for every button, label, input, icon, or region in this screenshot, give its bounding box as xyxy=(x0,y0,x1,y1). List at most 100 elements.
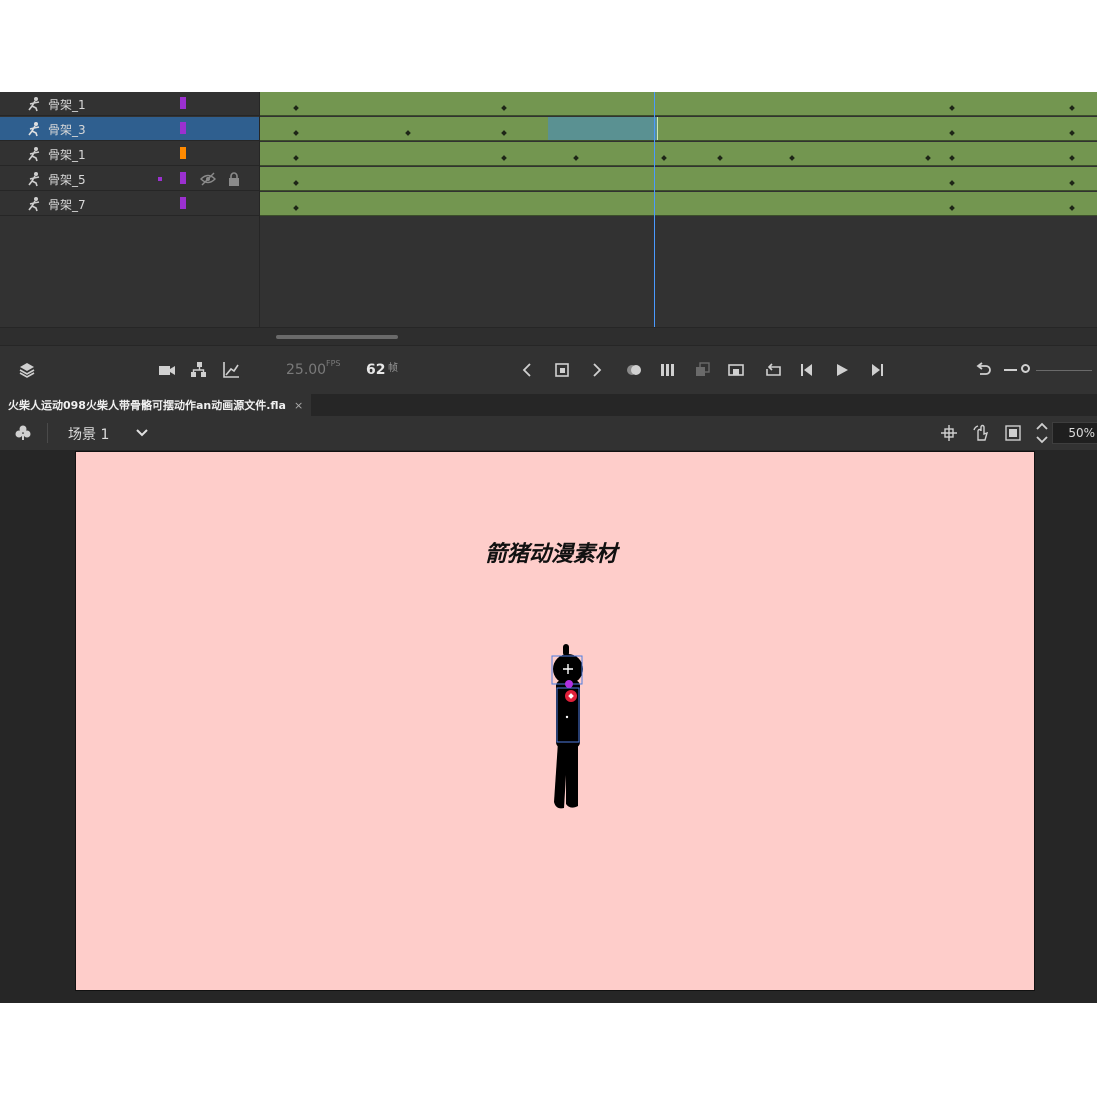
zoom-stepper-icon[interactable] xyxy=(1034,420,1050,446)
layer-row[interactable]: 骨架_7 xyxy=(0,192,259,216)
undo-icon[interactable] xyxy=(975,361,993,379)
rotate-stage-icon[interactable] xyxy=(972,424,990,442)
armature-layer-icon xyxy=(28,122,40,137)
layer-outline-color[interactable] xyxy=(180,147,186,159)
paste-frames-icon[interactable] xyxy=(693,361,711,379)
frame-row[interactable] xyxy=(260,192,1097,216)
clip-content-icon[interactable] xyxy=(1004,424,1022,442)
keyframe[interactable] xyxy=(573,155,579,161)
chevron-left-icon[interactable] xyxy=(519,361,537,379)
frame-selection[interactable] xyxy=(548,117,658,140)
keyframe[interactable] xyxy=(293,130,299,136)
edit-bar: 场景 1 50% xyxy=(0,416,1097,451)
armature-layer-icon xyxy=(28,172,40,187)
layer-outline-color[interactable] xyxy=(180,97,186,109)
keyframe[interactable] xyxy=(949,155,955,161)
stage[interactable]: 箭猪动漫素材 xyxy=(75,451,1035,991)
camera-icon[interactable] xyxy=(158,361,176,379)
layer-row[interactable]: 骨架_1 xyxy=(0,92,259,116)
keyframe[interactable] xyxy=(501,155,507,161)
loop-icon[interactable] xyxy=(765,361,783,379)
keyframe[interactable] xyxy=(293,105,299,111)
keyframe[interactable] xyxy=(717,155,723,161)
chevron-down-icon[interactable] xyxy=(134,425,150,441)
frame-row[interactable] xyxy=(260,167,1097,191)
graph-icon[interactable] xyxy=(222,361,240,379)
keyframe[interactable] xyxy=(925,155,931,161)
layer-name: 骨架_1 xyxy=(48,98,86,112)
layers-panel: 骨架_1 骨架_3 骨架_1 骨架_5 骨架_7 xyxy=(0,92,259,342)
layer-outline-color[interactable] xyxy=(180,172,186,184)
frame-row[interactable] xyxy=(260,117,1097,141)
zoom-field[interactable]: 50% xyxy=(1052,422,1097,444)
keyframe[interactable] xyxy=(949,105,955,111)
armature-layer-icon xyxy=(28,147,40,162)
layer-row[interactable]: 骨架_5 xyxy=(0,167,259,191)
insert-frame-icon[interactable] xyxy=(727,361,745,379)
document-tab-title: 火柴人运动098火柴人带骨骼可摆动作an动画源文件.fla xyxy=(8,399,286,412)
current-frame-readout[interactable]: 62 xyxy=(366,362,385,378)
keyframe[interactable] xyxy=(949,205,955,211)
armature-layer-icon xyxy=(28,197,40,212)
layer-row-selected[interactable]: 骨架_3 xyxy=(0,117,259,141)
keyframe[interactable] xyxy=(1069,155,1075,161)
layer-name: 骨架_7 xyxy=(48,198,86,212)
center-stage-icon[interactable] xyxy=(940,424,958,442)
timeline-zoom-out[interactable] xyxy=(1004,369,1017,371)
animate-window: 骨架_1 骨架_3 骨架_1 骨架_5 骨架_7 25.00 FPS 62 帧 … xyxy=(0,92,1097,1003)
scene-icon[interactable] xyxy=(14,424,32,442)
layer-name: 骨架_3 xyxy=(48,123,86,137)
play-icon[interactable] xyxy=(833,361,851,379)
step-forward-icon[interactable] xyxy=(867,361,885,379)
armature-layer-icon xyxy=(28,97,40,112)
keyframe[interactable] xyxy=(501,130,507,136)
divider xyxy=(47,423,48,443)
scrollbar-thumb[interactable] xyxy=(276,335,398,339)
layer-outline-color[interactable] xyxy=(180,197,186,209)
layer-depth-icon[interactable] xyxy=(190,361,208,379)
edit-multiple-frames-icon[interactable] xyxy=(659,361,677,379)
keyframe[interactable] xyxy=(293,180,299,186)
eye-hidden-icon[interactable] xyxy=(200,171,216,187)
keyframe[interactable] xyxy=(501,105,507,111)
keyframe[interactable] xyxy=(949,130,955,136)
frames-area[interactable] xyxy=(260,92,1097,342)
timeline-zoom-slider[interactable] xyxy=(1021,364,1030,373)
timeline-toolbar: 25.00 FPS 62 帧 xyxy=(0,345,1097,394)
lock-icon[interactable] xyxy=(226,171,242,187)
keyframe[interactable] xyxy=(1069,180,1075,186)
keyframe[interactable] xyxy=(1069,205,1075,211)
layer-name: 骨架_5 xyxy=(48,173,86,187)
keyframe[interactable] xyxy=(949,180,955,186)
frame-row[interactable] xyxy=(260,92,1097,116)
playhead[interactable] xyxy=(654,92,655,327)
scene-label[interactable]: 场景 1 xyxy=(68,424,109,444)
pasteboard[interactable]: 箭猪动漫素材 xyxy=(0,451,1097,1003)
document-tab-bar: 火柴人运动098火柴人带骨骼可摆动作an动画源文件.fla × xyxy=(0,394,1097,416)
step-back-icon[interactable] xyxy=(799,361,817,379)
frame-unit: 帧 xyxy=(388,363,398,374)
document-tab[interactable]: 火柴人运动098火柴人带骨骼可摆动作an动画源文件.fla × xyxy=(0,394,312,416)
keyframe[interactable] xyxy=(293,155,299,161)
fps-readout[interactable]: 25.00 xyxy=(286,362,326,378)
onion-skin-icon[interactable] xyxy=(625,361,643,379)
close-icon[interactable]: × xyxy=(294,399,303,412)
timeline-zoom-track[interactable] xyxy=(1036,370,1092,371)
stage-title-text[interactable]: 箭猪动漫素材 xyxy=(76,536,1026,568)
layers-icon[interactable] xyxy=(18,361,36,379)
layer-outline-color[interactable] xyxy=(180,122,186,134)
keyframe[interactable] xyxy=(661,155,667,161)
keyframe[interactable] xyxy=(1069,105,1075,111)
keyframe[interactable] xyxy=(293,205,299,211)
keyframe[interactable] xyxy=(405,130,411,136)
frame-row[interactable] xyxy=(260,142,1097,166)
timeline-scrollbar[interactable] xyxy=(0,327,1097,346)
layer-name: 骨架_1 xyxy=(48,148,86,162)
insert-keyframe-icon[interactable] xyxy=(553,361,571,379)
keyframe[interactable] xyxy=(1069,130,1075,136)
layer-activity-dot xyxy=(158,177,162,181)
layer-row[interactable]: 骨架_1 xyxy=(0,142,259,166)
chevron-right-icon[interactable] xyxy=(587,361,605,379)
keyframe[interactable] xyxy=(789,155,795,161)
stickman-figure[interactable] xyxy=(546,642,586,812)
